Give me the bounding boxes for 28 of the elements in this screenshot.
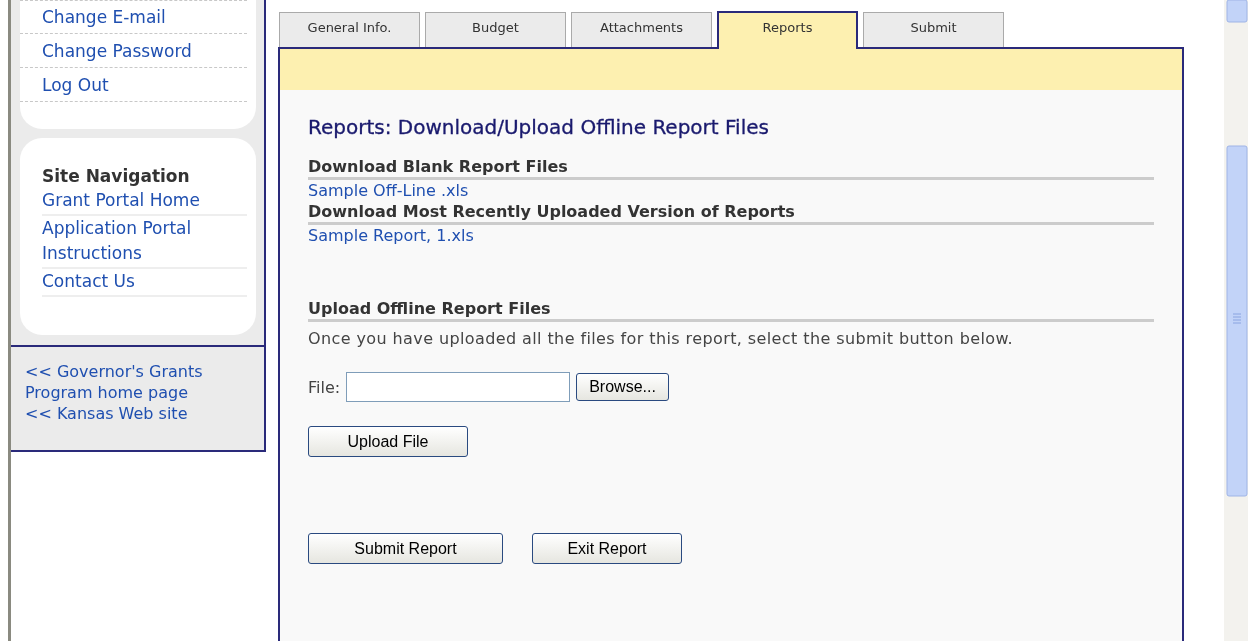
- footer-link[interactable]: << Kansas Web site: [25, 403, 264, 424]
- navigation-link[interactable]: Application Portal Instructions: [42, 216, 247, 269]
- section-heading: Download Blank Report Files: [308, 157, 1154, 180]
- upload-button[interactable]: Upload File: [308, 426, 468, 457]
- tab[interactable]: Budget: [425, 12, 566, 47]
- action-button[interactable]: Exit Report: [532, 533, 682, 564]
- tab[interactable]: Reports: [717, 11, 858, 49]
- sidebar-link[interactable]: Change E-mail: [20, 0, 247, 34]
- tab[interactable]: Submit: [863, 12, 1004, 47]
- sidebar-link[interactable]: Log Out: [20, 73, 247, 102]
- file-link[interactable]: Sample Report, 1.xls: [308, 225, 1154, 247]
- navigation-link[interactable]: Contact Us: [42, 269, 247, 297]
- file-field[interactable]: [346, 372, 571, 402]
- section-heading: Upload Offline Report Files: [308, 299, 1154, 322]
- sidebar-link[interactable]: Change Password: [20, 39, 247, 68]
- section-heading: Download Most Recently Uploaded Version of Reports: [308, 202, 1154, 225]
- tab[interactable]: General Info.: [279, 12, 420, 47]
- action-button[interactable]: Submit Report: [308, 533, 503, 564]
- browse-button[interactable]: Browse...: [576, 373, 669, 401]
- page-title: Reports: Download/Upload Offline Report Files: [308, 115, 770, 139]
- scrollbar[interactable]: [1224, 0, 1248, 641]
- navigation-heading: Site Navigation: [42, 165, 191, 188]
- footer-link[interactable]: << Governor's Grants Program home page: [25, 361, 264, 403]
- navigation-link[interactable]: Grant Portal Home: [42, 188, 247, 216]
- file-link[interactable]: Sample Off-Line .xls: [308, 180, 1154, 202]
- tab[interactable]: Attachments: [571, 12, 712, 47]
- instructions-text: Once you have uploaded all the files for this report, select the submit button below.: [308, 328, 1014, 349]
- file-label: File:: [308, 377, 341, 397]
